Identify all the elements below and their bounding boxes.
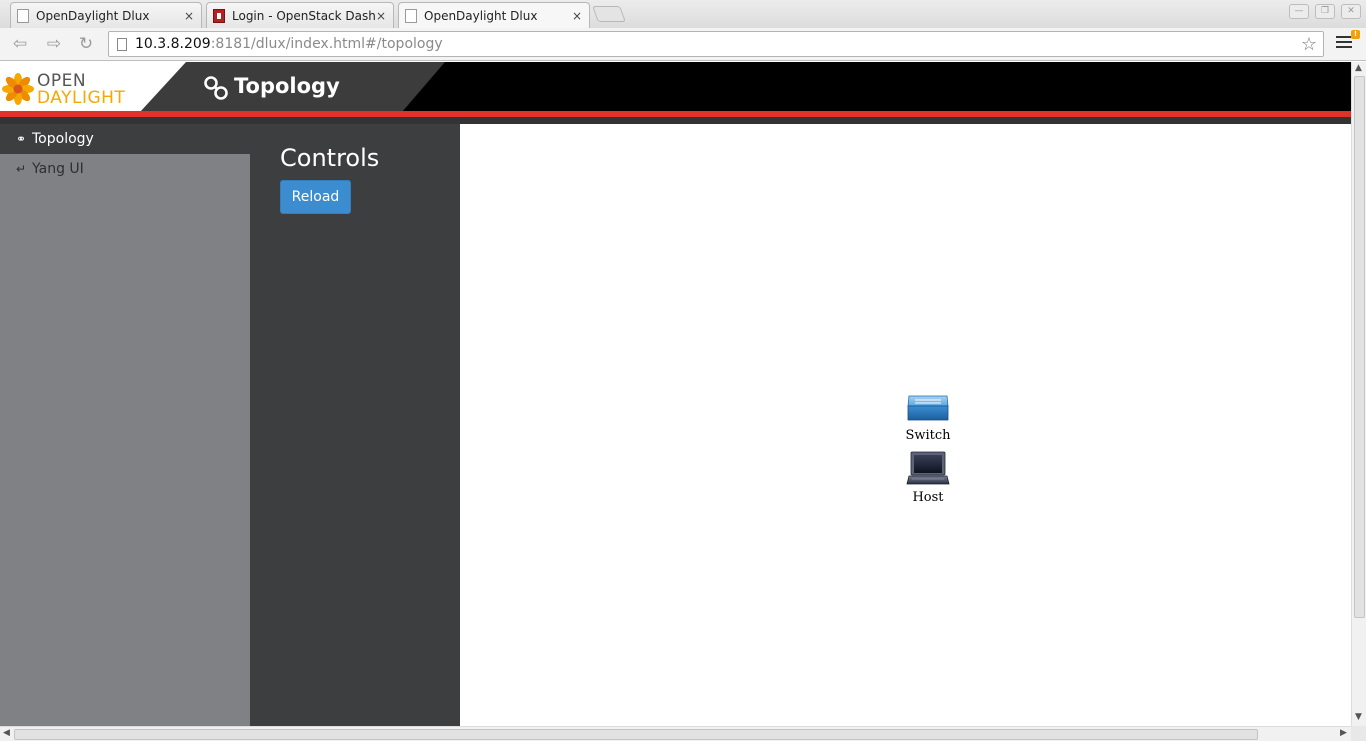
horizontal-scrollbar[interactable]: ◀ ▶ [0, 726, 1351, 741]
url-host: 10.3.8.209 [135, 36, 211, 52]
window-close-icon[interactable]: ✕ [1341, 4, 1361, 19]
controls-panel: Controls Reload [250, 124, 460, 726]
openstack-icon [213, 8, 225, 23]
browser-toolbar: ⇦ ⇨ ↻ 10.3.8.209:8181/dlux/index.html#/t… [0, 28, 1366, 61]
tab-title: Login - OpenStack Dashbc [232, 8, 375, 23]
controls-title: Controls [280, 144, 380, 172]
minimize-icon[interactable]: — [1289, 4, 1309, 19]
address-bar[interactable]: 10.3.8.209:8181/dlux/index.html#/topolog… [108, 31, 1324, 57]
topology-node-host[interactable]: Host [898, 450, 958, 505]
update-badge-icon: ! [1351, 30, 1360, 39]
header-divider [0, 117, 1351, 124]
browser-menu-icon[interactable] [1336, 33, 1352, 53]
browser-tab[interactable]: Login - OpenStack Dashbc × [206, 2, 394, 28]
node-label: Switch [905, 428, 951, 443]
close-icon[interactable]: × [375, 9, 387, 23]
page-title: Topology [234, 74, 340, 98]
tab-title: OpenDaylight Dlux [36, 8, 150, 23]
close-icon[interactable]: × [183, 9, 195, 23]
topology-node-switch[interactable]: Switch [898, 392, 958, 443]
logo-text-daylight: DAYLIGHT [37, 88, 126, 108]
page-info-icon[interactable] [117, 37, 127, 51]
app-header: OPEN DAYLIGHT Topology [0, 62, 1351, 112]
host-icon [906, 451, 950, 485]
topology-link-icon [204, 76, 228, 100]
vertical-scrollbar[interactable]: ▲ ▼ [1351, 62, 1366, 726]
browser-tab[interactable]: OpenDaylight Dlux × [10, 2, 202, 28]
reload-button[interactable]: Reload [280, 180, 351, 214]
sidebar-item-label: Yang UI [32, 161, 84, 177]
scroll-left-icon[interactable]: ◀ [3, 728, 10, 738]
sidebar-item-yang-ui[interactable]: ↵ Yang UI [0, 154, 250, 184]
scroll-up-icon[interactable]: ▲ [1355, 63, 1362, 73]
page-viewport: OPEN DAYLIGHT Topology ⚭ Topology ↵ Yang… [0, 62, 1351, 726]
bookmark-star-icon[interactable]: ☆ [1301, 34, 1317, 55]
vertical-scroll-thumb[interactable] [1354, 76, 1365, 618]
scroll-down-icon[interactable]: ▼ [1355, 712, 1362, 722]
horizontal-scroll-thumb[interactable] [14, 729, 1258, 740]
browser-tab-active[interactable]: OpenDaylight Dlux × [398, 2, 590, 29]
topology-canvas[interactable]: Switch Host [460, 124, 1351, 726]
new-tab-button[interactable] [592, 6, 626, 22]
url-path: :8181/dlux/index.html#/topology [210, 36, 443, 52]
page-icon [17, 8, 29, 23]
scroll-right-icon[interactable]: ▶ [1340, 728, 1347, 738]
switch-icon [907, 395, 949, 421]
close-icon[interactable]: × [571, 9, 583, 23]
sidebar: ⚭ Topology ↵ Yang UI [0, 124, 250, 726]
browser-tab-strip: OpenDaylight Dlux × Login - OpenStack Da… [0, 0, 1366, 29]
sidebar-item-topology[interactable]: ⚭ Topology [0, 124, 250, 154]
arrow-icon: ↵ [15, 162, 27, 176]
restore-icon[interactable]: ❐ [1315, 4, 1335, 19]
forward-icon[interactable]: ⇨ [42, 33, 66, 55]
node-label: Host [912, 490, 944, 505]
reload-page-icon[interactable]: ↻ [74, 33, 98, 55]
scrollbar-corner [1351, 726, 1366, 741]
sidebar-item-label: Topology [32, 131, 94, 147]
back-icon[interactable]: ⇦ [8, 33, 32, 55]
page-icon [405, 9, 417, 23]
opendaylight-flower-icon [2, 73, 34, 105]
tab-title: OpenDaylight Dlux [424, 9, 538, 23]
link-icon: ⚭ [15, 132, 27, 146]
